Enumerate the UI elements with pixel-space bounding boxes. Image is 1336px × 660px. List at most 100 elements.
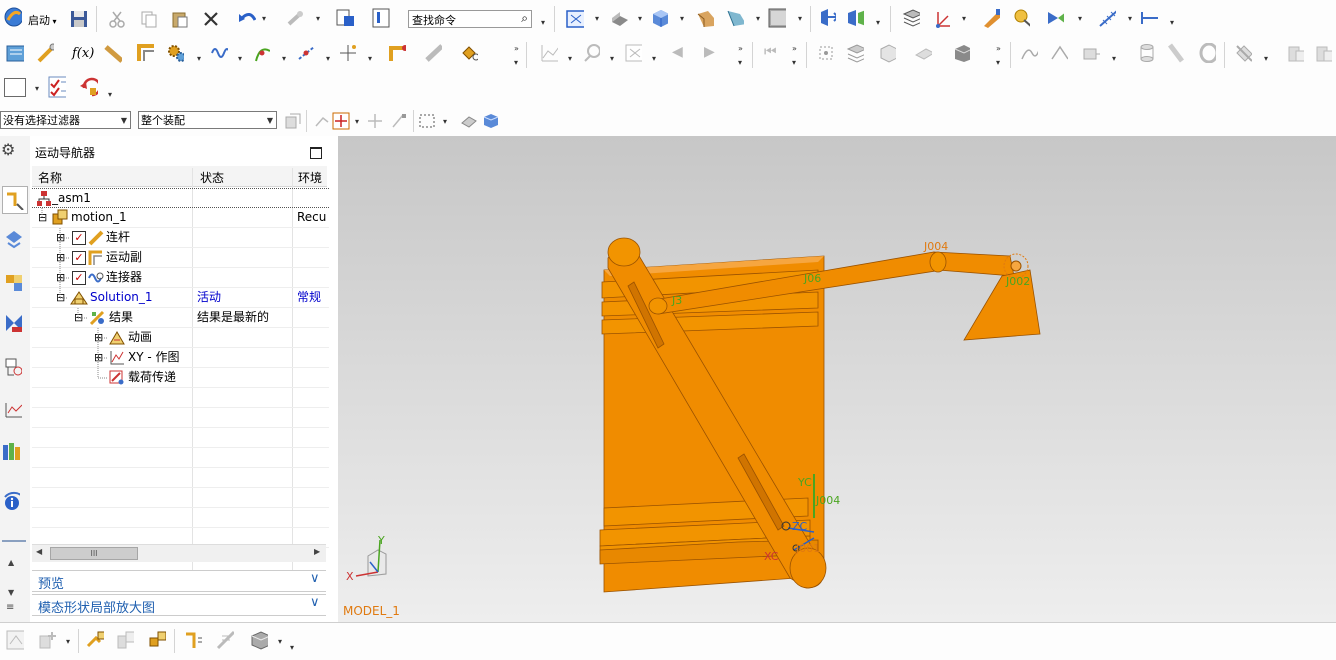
paste-icon[interactable] [171, 10, 189, 28]
inferred-point-icon[interactable] [366, 112, 384, 130]
scroll-right-icon[interactable]: ▶ [314, 547, 320, 556]
end-point-icon[interactable] [390, 112, 408, 130]
feature-off-icon[interactable] [1234, 44, 1252, 62]
render-style-icon[interactable] [650, 9, 668, 27]
point-on-curve-dropdown-icon[interactable]: ▾ [282, 54, 286, 63]
link-icon[interactable] [36, 43, 54, 63]
assembly-navigator-tab-icon[interactable] [4, 230, 22, 249]
trace-dropdown-icon[interactable]: ▾ [610, 54, 614, 63]
stack-icon[interactable] [846, 44, 864, 63]
3d-contact-dropdown-icon[interactable]: ▾ [368, 54, 372, 63]
section-dropdown-icon[interactable]: ▾ [756, 14, 760, 23]
command-finder-icon[interactable] [336, 9, 354, 27]
assembly-constraint-icon[interactable] [846, 9, 864, 27]
selection-box-dropdown-icon[interactable]: ▾ [35, 84, 39, 93]
motion-navigator-tab-icon[interactable] [2, 186, 28, 214]
show-hide-icon[interactable] [1012, 9, 1030, 27]
rewind-icon[interactable]: ⏮ [764, 44, 777, 60]
orient-dropdown-icon[interactable]: ▾ [638, 14, 642, 23]
joint-label-j006[interactable]: J06 [804, 272, 821, 285]
find-command-dropdown-icon[interactable]: ▾ [541, 18, 545, 27]
cut-icon[interactable] [108, 10, 126, 28]
measure-distance-icon[interactable] [1098, 9, 1116, 27]
graphics-window[interactable]: J004 J06 J002 J3 J004 J001 YC ZC XC Y X … [338, 136, 1336, 622]
mate-icon[interactable] [86, 631, 104, 649]
reuse-library-tab-icon[interactable] [4, 358, 22, 376]
settings-icon[interactable]: ⚙ [1, 140, 15, 159]
datum-dropdown-icon[interactable]: ▾ [1112, 54, 1116, 63]
convert-icon[interactable] [424, 44, 442, 62]
repeat-command-icon[interactable] [286, 10, 304, 28]
fit-view-icon[interactable] [566, 10, 584, 28]
pt-on-surface-dropdown-icon[interactable]: ▾ [326, 54, 330, 63]
selection-box-icon[interactable] [4, 78, 26, 97]
tube-icon[interactable] [1166, 43, 1184, 63]
scroll-up-icon[interactable]: ▲ [8, 558, 14, 567]
next-icon[interactable]: ▶ [704, 44, 715, 60]
zoom-section-header[interactable]: 模态形状局部放大图 ∨ [32, 594, 326, 616]
driver-icon[interactable] [388, 44, 406, 62]
spring-dropdown-icon[interactable]: ▾ [238, 54, 242, 63]
joint-label-j3[interactable]: J3 [672, 294, 682, 307]
add-component-icon[interactable] [38, 631, 56, 649]
roles-tab-icon[interactable] [2, 540, 26, 548]
assembly-icon[interactable] [1314, 44, 1332, 62]
render-dropdown-icon[interactable]: ▾ [680, 14, 684, 23]
cast-icon[interactable] [952, 44, 970, 62]
save-icon[interactable] [70, 10, 88, 28]
check-clearance-icon[interactable] [250, 631, 268, 650]
joint-label-j001[interactable]: J001 [796, 542, 820, 555]
render-selection-dropdown-icon[interactable]: ▾ [1078, 14, 1082, 23]
select-features-icon[interactable] [284, 112, 302, 130]
feature-off-dropdown-icon[interactable]: ▾ [1264, 54, 1268, 63]
joint-label-j004-bottom[interactable]: J004 [816, 494, 840, 507]
column-header-status[interactable]: 状态 [200, 169, 224, 186]
edit-object-display-icon[interactable] [982, 9, 1000, 28]
rectangle-select-icon[interactable] [418, 112, 436, 130]
move-component-icon[interactable] [818, 9, 836, 27]
graph-icon[interactable] [540, 44, 558, 62]
reset-dropdown-icon[interactable]: ▾ [108, 90, 112, 99]
snap-icon[interactable] [314, 112, 332, 130]
more-row2b-icon[interactable]: » [738, 44, 743, 53]
resource-bar-menu-icon[interactable]: ≡ [6, 602, 14, 613]
curve-icon[interactable] [1050, 44, 1068, 62]
shaded-box-icon[interactable] [482, 112, 500, 130]
render-selection-icon[interactable] [1046, 9, 1064, 27]
selection-filter-select[interactable]: 没有选择过滤器 ▼ [0, 111, 131, 129]
interference-dropdown-icon[interactable]: ▾ [652, 54, 656, 63]
clip-section-icon[interactable] [726, 9, 744, 27]
datum-icon[interactable] [1082, 44, 1100, 62]
check-icon[interactable] [48, 76, 66, 98]
find-command-input[interactable]: 查找命令 [412, 12, 456, 28]
point-snap-dropdown-icon[interactable]: ▾ [355, 117, 359, 126]
delete-icon[interactable] [202, 10, 220, 28]
background-dropdown-icon[interactable]: ▾ [798, 14, 802, 23]
function-manager-icon[interactable]: f(x) [72, 46, 94, 61]
assembly-scope-select[interactable]: 整个装配 ▼ [138, 111, 277, 129]
hd3d-tools-tab-icon[interactable] [4, 400, 22, 418]
wave-link-icon[interactable] [116, 631, 134, 649]
joint-label-j002[interactable]: J002 [1006, 275, 1030, 288]
info-icon[interactable] [2, 490, 20, 510]
point-on-curve-icon[interactable] [252, 44, 270, 62]
start-menu-button[interactable]: 启动 ▾ [28, 12, 57, 28]
undo-dropdown-icon[interactable]: ▾ [262, 14, 266, 23]
sketch-icon[interactable] [1020, 44, 1038, 62]
assembly-load-icon[interactable] [6, 630, 24, 650]
layer-settings-icon[interactable] [902, 9, 920, 27]
model-canvas[interactable] [338, 136, 1336, 622]
edit-section-icon[interactable] [696, 10, 714, 28]
constraint-navigator-tab-icon[interactable] [4, 274, 22, 292]
layers-icon[interactable] [878, 44, 896, 63]
bushing-icon[interactable] [460, 44, 478, 62]
3d-contact-icon[interactable] [338, 44, 356, 62]
scroll-down-icon[interactable]: ▼ [8, 588, 14, 597]
measure-dropdown-icon[interactable]: ▾ [1128, 14, 1132, 23]
find-command-box[interactable]: 查找命令 ⌕ [408, 10, 532, 28]
add-component-dropdown-icon[interactable]: ▾ [66, 637, 70, 646]
part-navigator-tab-icon[interactable] [4, 314, 22, 332]
fit-dropdown-icon[interactable]: ▾ [595, 14, 599, 23]
trace-icon[interactable] [582, 44, 600, 62]
web-browser-tab-icon[interactable] [2, 442, 20, 460]
